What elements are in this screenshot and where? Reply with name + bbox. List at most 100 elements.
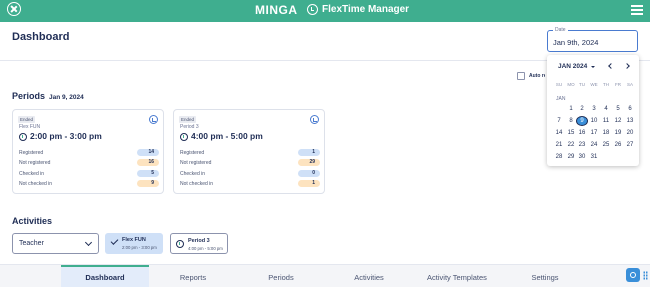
- period-card[interactable]: Ended Period 3 4:00 pm - 5:00 pm Registe…: [173, 109, 325, 194]
- chevron-left-icon[interactable]: [608, 63, 614, 69]
- weekday-label: WE: [590, 82, 598, 87]
- calendar-day[interactable]: 13: [624, 116, 636, 126]
- calendar-day[interactable]: 6: [624, 104, 636, 114]
- calendar-day[interactable]: 5: [612, 104, 624, 114]
- weekday-label: SU: [555, 82, 563, 87]
- date-picker-popup: JAN 2024 JAN SU MO TU WE TH FR SA 1 2 3 4 5 6 7 8 9 10 11…: [547, 55, 639, 166]
- weekday-label: FR: [615, 82, 621, 87]
- stat-label: Not checked in: [180, 181, 214, 187]
- calendar-day[interactable]: 30: [576, 152, 588, 162]
- weekday-label: TH: [603, 82, 609, 87]
- stat-value[interactable]: 1: [298, 180, 320, 187]
- activities-title: Activities: [12, 216, 53, 226]
- weekday-label: TU: [579, 82, 585, 87]
- drag-handle-icon[interactable]: [643, 271, 648, 280]
- stat-label: Not registered: [180, 160, 212, 166]
- calendar-day-selected[interactable]: 9: [576, 116, 588, 126]
- teacher-select-value: Teacher: [19, 240, 44, 247]
- period-time: 2:00 pm - 3:00 pm: [30, 131, 102, 141]
- calendar-day[interactable]: 20: [624, 128, 636, 138]
- calendar-day[interactable]: 25: [600, 140, 612, 150]
- top-bar: MINGA FlexTime Manager: [0, 0, 650, 22]
- calendar-day[interactable]: 2: [576, 104, 588, 114]
- stat-value[interactable]: 14: [137, 149, 159, 156]
- stat-value[interactable]: 9: [137, 180, 159, 187]
- menu-icon[interactable]: [631, 5, 643, 15]
- date-field[interactable]: Date Jan 9th, 2024: [547, 27, 638, 52]
- activity-time: 2:00 pm - 3:00 pm: [122, 245, 157, 250]
- tab-activity-templates[interactable]: Activity Templates: [415, 265, 499, 287]
- calendar-day[interactable]: 10: [588, 116, 600, 126]
- check-icon: [110, 237, 119, 245]
- auto-refresh-checkbox[interactable]: [517, 72, 525, 80]
- activity-name: Flex FUN: [122, 237, 146, 243]
- tab-settings[interactable]: Settings: [510, 265, 580, 287]
- chevron-down-icon: [84, 238, 93, 247]
- calendar-day[interactable]: 16: [576, 128, 588, 138]
- weekday-label: SA: [626, 82, 633, 87]
- calendar-month-year[interactable]: JAN 2024: [558, 63, 587, 70]
- stat-row: Not checked in 1: [180, 180, 320, 188]
- stat-value[interactable]: 16: [137, 159, 159, 166]
- calendar-day[interactable]: 14: [553, 128, 565, 138]
- stat-value[interactable]: 5: [137, 170, 159, 177]
- status-badge: Ended: [179, 116, 197, 123]
- stat-value[interactable]: 1: [298, 149, 320, 156]
- periods-title: Periods: [12, 91, 46, 101]
- stat-value[interactable]: 0: [298, 170, 320, 177]
- calendar-day[interactable]: 27: [624, 140, 636, 150]
- date-field-value: Jan 9th, 2024: [553, 38, 599, 47]
- tab-dashboard[interactable]: Dashboard: [61, 265, 149, 287]
- period-time: 4:00 pm - 5:00 pm: [191, 131, 263, 141]
- stat-label: Registered: [180, 150, 205, 156]
- calendar-month-label: JAN: [556, 96, 566, 102]
- stat-value[interactable]: 29: [298, 159, 320, 166]
- tab-periods[interactable]: Periods: [243, 265, 319, 287]
- status-badge: Ended: [18, 116, 36, 123]
- stat-row: Not registered 29: [180, 159, 320, 167]
- calendar-day[interactable]: 4: [600, 104, 612, 114]
- help-fab-button[interactable]: [626, 268, 640, 282]
- clock-logo-icon: [307, 4, 318, 15]
- stat-label: Checked in: [180, 171, 206, 177]
- period-name: Flex FUN: [19, 124, 41, 130]
- date-field-label: Date: [553, 27, 568, 33]
- period-card[interactable]: Ended Flex FUN 2:00 pm - 3:00 pm Registe…: [12, 109, 164, 194]
- teacher-select[interactable]: Teacher: [12, 233, 99, 254]
- activity-time: 4:00 pm - 5:00 pm: [188, 246, 223, 251]
- activity-name: Period 3: [188, 238, 210, 244]
- activity-chip-flex-fun[interactable]: Flex FUN 2:00 pm - 3:00 pm: [105, 233, 163, 254]
- calendar-day[interactable]: 11: [600, 116, 612, 126]
- stat-row: Registered 1: [180, 149, 320, 157]
- calendar-day[interactable]: 28: [553, 152, 565, 162]
- periods-date: Jan 9, 2024: [49, 94, 84, 101]
- activity-chip-period-3[interactable]: Period 3 4:00 pm - 5:00 pm: [170, 233, 228, 254]
- stats-icon[interactable]: [149, 115, 158, 124]
- period-name: Period 3: [180, 124, 199, 130]
- calendar-day[interactable]: 12: [612, 116, 624, 126]
- calendar-day[interactable]: 19: [612, 128, 624, 138]
- stat-label: Not registered: [19, 160, 51, 166]
- calendar-day[interactable]: 26: [612, 140, 624, 150]
- clock-icon: [180, 133, 188, 141]
- calendar-day[interactable]: 24: [588, 140, 600, 150]
- calendar-day[interactable]: 17: [588, 128, 600, 138]
- calendar-day[interactable]: 7: [553, 116, 565, 126]
- calendar-day[interactable]: 23: [576, 140, 588, 150]
- tab-reports[interactable]: Reports: [155, 265, 231, 287]
- calendar-day[interactable]: 3: [588, 104, 600, 114]
- close-icon[interactable]: [7, 2, 21, 16]
- chevron-right-icon[interactable]: [624, 63, 630, 69]
- brand-logo: MINGA: [255, 3, 298, 17]
- auto-refresh-label: Auto refresh: [529, 73, 545, 79]
- tab-activities[interactable]: Activities: [331, 265, 407, 287]
- stat-label: Registered: [19, 150, 44, 156]
- stat-row: Registered 14: [19, 149, 159, 157]
- calendar-day[interactable]: 31: [588, 152, 600, 162]
- stat-row: Checked in 0: [180, 170, 320, 178]
- caret-down-icon[interactable]: [591, 66, 595, 68]
- stat-label: Checked in: [19, 171, 45, 177]
- calendar-day[interactable]: 21: [553, 140, 565, 150]
- calendar-day[interactable]: 18: [600, 128, 612, 138]
- stats-icon[interactable]: [310, 115, 319, 124]
